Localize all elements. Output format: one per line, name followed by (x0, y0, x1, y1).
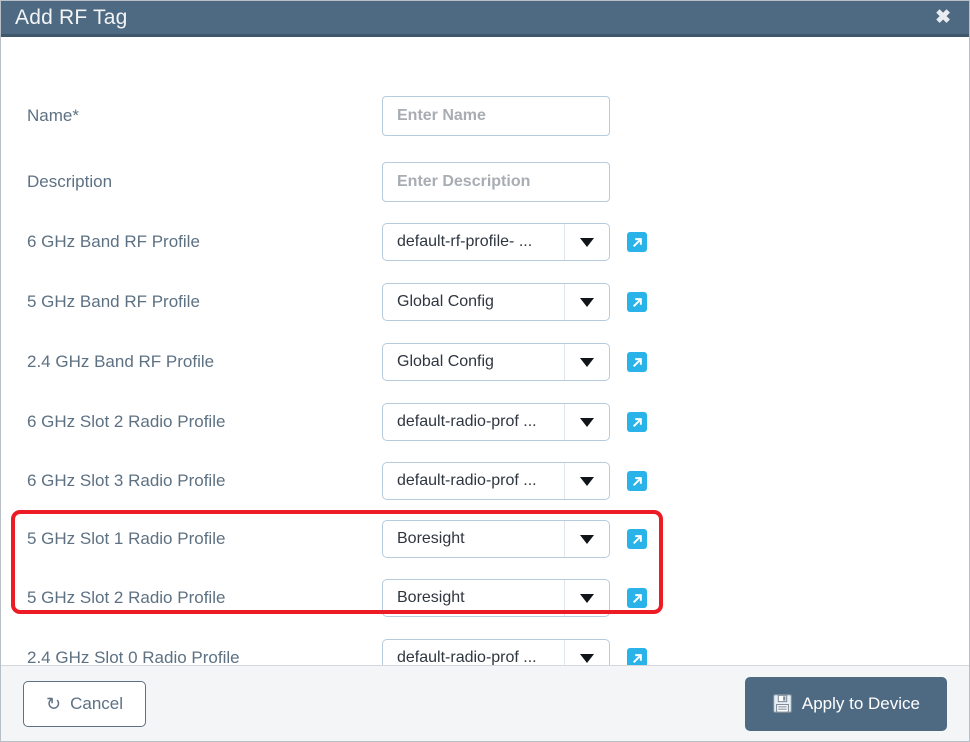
dialog-body: Name* Description 6 GHz Band RF Profile def… (1, 37, 969, 665)
save-icon (772, 693, 793, 714)
6-ghz-band-rf-profile-selected-value: default-rf-profile- ... (397, 233, 533, 250)
external-link-icon[interactable] (627, 588, 647, 608)
label-5-ghz-slot-1-radio-profile: 5 GHz Slot 1 Radio Profile (27, 529, 226, 548)
chevron-down-icon[interactable] (564, 224, 609, 260)
5-ghz-slot-1-radio-profile-selected-value: Boresight (397, 530, 465, 547)
chevron-down-icon[interactable] (564, 463, 609, 499)
external-link-icon[interactable] (627, 529, 647, 549)
external-link-icon[interactable] (627, 412, 647, 432)
label-6-ghz-slot-2-radio-profile: 6 GHz Slot 2 Radio Profile (27, 412, 226, 431)
form-row-2-4-ghz-slot-0-radio-profile: 2.4 GHz Slot 0 Radio Profile default-radi… (1, 638, 969, 665)
control-5-ghz-slot-1-radio-profile: Boresight (382, 520, 647, 558)
undo-icon: ↻ (46, 693, 62, 714)
5-ghz-slot-2-radio-profile-selected-value: Boresight (397, 589, 465, 606)
chevron-down-glyph (580, 357, 594, 367)
description-input[interactable] (382, 162, 610, 202)
external-link-icon[interactable] (627, 471, 647, 491)
add-rf-tag-dialog: Add RF Tag ✖ Name* Description 6 GHz Band … (0, 0, 970, 742)
cancel-button-label: Cancel (70, 693, 124, 713)
chevron-down-icon[interactable] (564, 404, 609, 440)
form-row-description: Description (1, 162, 969, 202)
control-description (382, 162, 610, 202)
chevron-down-glyph (580, 237, 594, 247)
control-5-ghz-slot-2-radio-profile: Boresight (382, 579, 647, 617)
6-ghz-slot-2-radio-profile-selected-value: default-radio-prof ... (397, 413, 537, 430)
apply-button-label: Apply to Device (801, 693, 920, 713)
control-2-4-ghz-slot-0-radio-profile: default-radio-prof ... (382, 639, 647, 665)
5-ghz-band-rf-profile-selected-value: Global Config (397, 293, 494, 310)
chevron-down-glyph (580, 297, 594, 307)
control-6-ghz-band-rf-profile: default-rf-profile- ... (382, 223, 647, 261)
dialog-title: Add RF Tag (15, 5, 128, 29)
form-row-name: Name* (1, 96, 969, 136)
label-5-ghz-slot-2-radio-profile: 5 GHz Slot 2 Radio Profile (27, 588, 226, 607)
6-ghz-slot-3-radio-profile-selected-value: default-radio-prof ... (397, 472, 537, 489)
form-row-5-ghz-band-rf-profile: 5 GHz Band RF Profile Global Config (1, 282, 969, 322)
label-2-4-ghz-slot-0-radio-profile: 2.4 GHz Slot 0 Radio Profile (27, 648, 240, 665)
6-ghz-slot-2-radio-profile-select[interactable]: default-radio-prof ... (382, 403, 610, 441)
chevron-down-icon[interactable] (564, 344, 609, 380)
chevron-down-glyph (580, 476, 594, 486)
external-link-icon[interactable] (627, 232, 647, 252)
5-ghz-band-rf-profile-select[interactable]: Global Config (382, 283, 610, 321)
label-name: Name* (27, 106, 79, 125)
external-link-icon[interactable] (627, 292, 647, 312)
chevron-down-glyph (580, 534, 594, 544)
label-description: Description (27, 172, 113, 191)
form-row-5-ghz-slot-1-radio-profile: 5 GHz Slot 1 Radio Profile Boresight (1, 519, 969, 559)
2-4-ghz-band-rf-profile-select[interactable]: Global Config (382, 343, 610, 381)
chevron-down-icon[interactable] (564, 284, 609, 320)
chevron-down-icon[interactable] (564, 580, 609, 616)
chevron-down-glyph (580, 653, 594, 663)
chevron-down-icon[interactable] (564, 521, 609, 557)
control-6-ghz-slot-2-radio-profile: default-radio-prof ... (382, 403, 647, 441)
name-input[interactable] (382, 96, 610, 136)
label-5-ghz-band-rf-profile: 5 GHz Band RF Profile (27, 292, 200, 311)
apply-to-device-button[interactable]: Apply to Device (744, 676, 947, 731)
dialog-header: Add RF Tag ✖ (1, 1, 969, 37)
external-link-icon[interactable] (627, 352, 647, 372)
label-2-4-ghz-band-rf-profile: 2.4 GHz Band RF Profile (27, 352, 215, 371)
2-4-ghz-band-rf-profile-selected-value: Global Config (397, 353, 494, 370)
chevron-down-icon[interactable] (564, 640, 609, 665)
control-6-ghz-slot-3-radio-profile: default-radio-prof ... (382, 462, 647, 500)
cancel-button[interactable]: ↻ Cancel (23, 680, 147, 727)
5-ghz-slot-2-radio-profile-select[interactable]: Boresight (382, 579, 610, 617)
dialog-footer: ↻ Cancel Apply to Device (1, 665, 969, 741)
label-6-ghz-slot-3-radio-profile: 6 GHz Slot 3 Radio Profile (27, 471, 226, 490)
control-2-4-ghz-band-rf-profile: Global Config (382, 343, 647, 381)
2-4-ghz-slot-0-radio-profile-selected-value: default-radio-prof ... (397, 649, 537, 665)
external-link-icon[interactable] (627, 648, 647, 665)
form-row-6-ghz-band-rf-profile: 6 GHz Band RF Profile default-rf-profile-… (1, 222, 969, 262)
6-ghz-band-rf-profile-select[interactable]: default-rf-profile- ... (382, 223, 610, 261)
form-row-6-ghz-slot-3-radio-profile: 6 GHz Slot 3 Radio Profile default-radio-… (1, 461, 969, 501)
close-icon[interactable]: ✖ (931, 6, 955, 29)
control-5-ghz-band-rf-profile: Global Config (382, 283, 647, 321)
chevron-down-glyph (580, 417, 594, 427)
chevron-down-glyph (580, 593, 594, 603)
control-name (382, 96, 610, 136)
form-row-6-ghz-slot-2-radio-profile: 6 GHz Slot 2 Radio Profile default-radio-… (1, 402, 969, 442)
label-6-ghz-band-rf-profile: 6 GHz Band RF Profile (27, 232, 200, 251)
2-4-ghz-slot-0-radio-profile-select[interactable]: default-radio-prof ... (382, 639, 610, 665)
5-ghz-slot-1-radio-profile-select[interactable]: Boresight (382, 520, 610, 558)
form-row-2-4-ghz-band-rf-profile: 2.4 GHz Band RF Profile Global Config (1, 342, 969, 382)
form-row-5-ghz-slot-2-radio-profile: 5 GHz Slot 2 Radio Profile Boresight (1, 578, 969, 618)
6-ghz-slot-3-radio-profile-select[interactable]: default-radio-prof ... (382, 462, 610, 500)
